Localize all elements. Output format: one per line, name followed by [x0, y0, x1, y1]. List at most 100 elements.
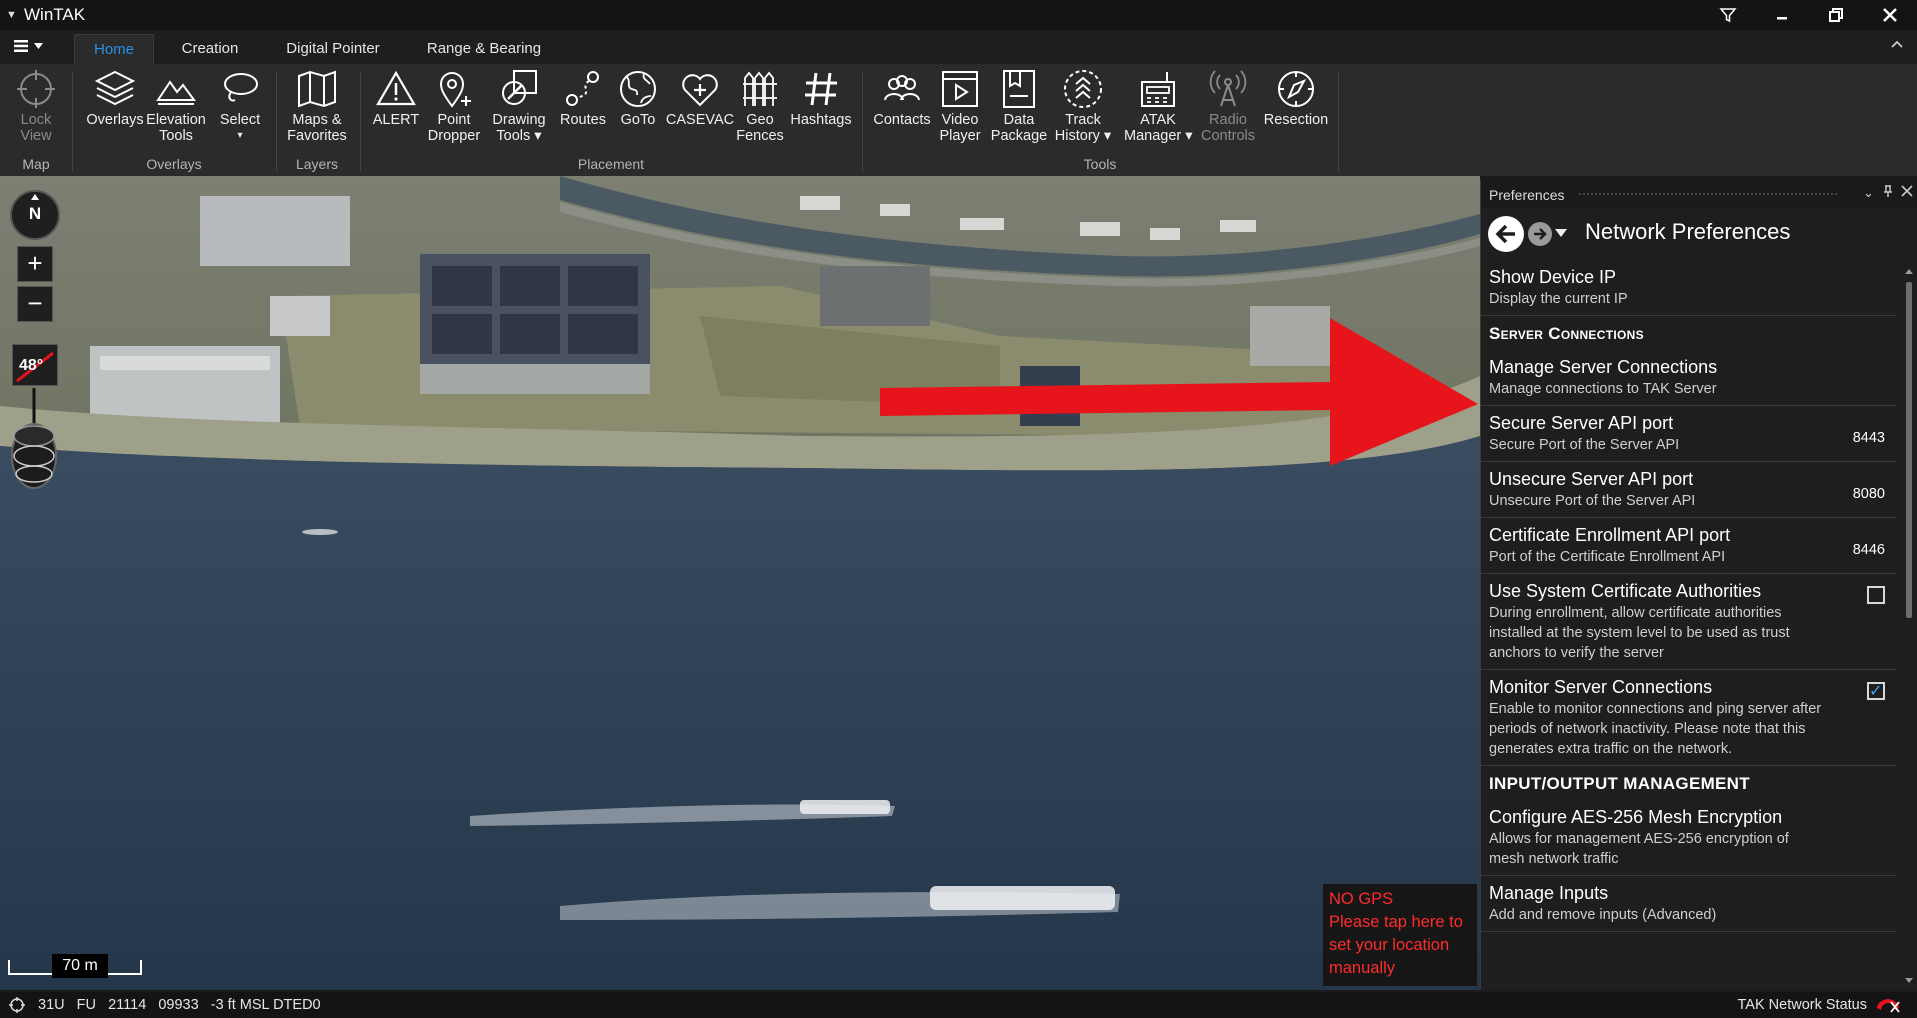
alert-button[interactable]: ALERT	[368, 68, 424, 128]
map-view[interactable]: N + − 48° 70 m NO GPS Please tap here to…	[0, 176, 1480, 990]
atak-manager-button[interactable]: ATAK Manager ▾	[1124, 68, 1193, 144]
tab-creation[interactable]: Creation	[166, 34, 254, 64]
minimize-button[interactable]	[1755, 0, 1809, 30]
pref-secure-server-api-port[interactable]: Secure Server API port Secure Port of th…	[1481, 406, 1897, 462]
tak-network-status-label[interactable]: TAK Network Status	[1738, 997, 1867, 1013]
filter-icon[interactable]	[1701, 0, 1755, 30]
goto-button[interactable]: GoTo	[612, 68, 664, 128]
preferences-list: Show Device IP Display the current IP Se…	[1481, 260, 1897, 988]
close-pane-icon[interactable]	[1901, 185, 1913, 200]
contacts-button[interactable]: Contacts	[870, 68, 934, 128]
warning-triangle-icon	[376, 70, 416, 106]
mountain-icon	[156, 80, 196, 105]
resection-button[interactable]: Resection	[1262, 68, 1330, 128]
forward-arrow-icon[interactable]	[1527, 221, 1553, 247]
casevac-button[interactable]: CASEVAC	[664, 68, 736, 128]
group-label-map: Map	[22, 156, 50, 172]
hamburger-icon	[14, 40, 28, 52]
unsecure-port-value: 8080	[1852, 486, 1885, 502]
radio-device-icon	[1141, 72, 1175, 107]
hashtag-icon	[805, 72, 837, 106]
tab-digital-pointer[interactable]: Digital Pointer	[272, 34, 394, 64]
chevron-down-icon	[34, 43, 43, 49]
elevation-tools-button[interactable]: Elevation Tools	[144, 68, 208, 144]
network-disconnected-icon[interactable]	[1875, 996, 1901, 1014]
group-label-placement: Placement	[577, 156, 645, 172]
system-ca-checkbox[interactable]	[1867, 586, 1885, 604]
section-server-connections: Server Connections	[1489, 324, 1644, 343]
ribbon-separator	[360, 72, 361, 172]
secure-port-value: 8443	[1852, 430, 1885, 446]
radio-controls-button[interactable]: Radio Controls	[1196, 68, 1260, 144]
close-button[interactable]	[1863, 0, 1917, 30]
back-arrow-icon[interactable]	[1487, 215, 1525, 253]
group-label-layers: Layers	[295, 156, 339, 172]
main-menu-button[interactable]	[14, 34, 54, 58]
scroll-down-icon[interactable]	[1903, 976, 1915, 986]
scale-bar: 70 m	[8, 954, 142, 980]
lasso-icon	[224, 73, 258, 102]
history-dropdown-icon[interactable]	[1555, 229, 1567, 237]
maps-favorites-button[interactable]: Maps & Favorites	[284, 68, 350, 144]
zoom-out-button[interactable]: −	[17, 286, 53, 322]
pref-monitor-server-connections[interactable]: Monitor Server Connections Enable to mon…	[1481, 670, 1897, 766]
geo-fences-button[interactable]: Geo Fences	[734, 68, 786, 144]
tab-home[interactable]: Home	[74, 34, 154, 64]
ribbon-toolbar: Lock View Overlays Elevation Tools Selec…	[0, 64, 1917, 176]
package-document-icon	[1003, 70, 1035, 108]
select-button[interactable]: Select ▾	[214, 68, 266, 144]
no-gps-banner[interactable]: NO GPS Please tap here to set your locat…	[1323, 884, 1477, 986]
pref-show-device-ip[interactable]: Show Device IP Display the current IP	[1481, 260, 1897, 316]
pref-use-system-certificate-authorities[interactable]: Use System Certificate Authorities Durin…	[1481, 574, 1897, 670]
coordinate-readout: 31U FU 21114 09933 -3 ft MSL DTED0	[38, 997, 321, 1013]
preferences-header-title: Preferences	[1489, 187, 1565, 203]
crosshair-icon	[17, 70, 55, 108]
pref-manage-inputs[interactable]: Manage Inputs Add and remove inputs (Adv…	[1481, 876, 1897, 932]
data-package-button[interactable]: Data Package	[988, 68, 1050, 144]
scroll-up-icon[interactable]	[1903, 266, 1915, 276]
pref-configure-aes-256-mesh-encryption[interactable]: Configure AES-256 Mesh Encryption Allows…	[1481, 800, 1897, 876]
point-dropper-button[interactable]: Point Dropper	[422, 68, 486, 144]
globe-icon	[620, 71, 656, 107]
ribbon-separator	[276, 72, 277, 172]
pane-menu-chevron-icon[interactable]: ⌄	[1863, 185, 1874, 201]
ribbon-separator	[1338, 72, 1339, 172]
monitor-connections-checkbox[interactable]	[1867, 681, 1885, 701]
video-player-button[interactable]: Video Player	[932, 68, 988, 144]
scrollbar-thumb[interactable]	[1906, 282, 1912, 618]
location-crosshair-icon[interactable]	[8, 996, 26, 1014]
overlays-button[interactable]: Overlays	[82, 68, 148, 128]
app-menu-chevron-icon[interactable]: ▼	[6, 9, 20, 21]
hashtags-button[interactable]: Hashtags	[784, 68, 858, 128]
pref-unsecure-server-api-port[interactable]: Unsecure Server API port Unsecure Port o…	[1481, 462, 1897, 518]
tilt-indicator[interactable]: 48°	[12, 344, 58, 386]
preferences-scrollbar[interactable]	[1903, 266, 1915, 986]
track-chevrons-icon	[1064, 70, 1102, 108]
collapse-ribbon-icon[interactable]	[1889, 36, 1909, 56]
pin-icon[interactable]	[1883, 185, 1893, 201]
video-icon	[942, 71, 978, 107]
tilt-slider[interactable]	[4, 386, 64, 496]
lock-view-button[interactable]: Lock View	[10, 68, 62, 144]
preferences-pane: Preferences ⌄ Network Preferences Show D…	[1480, 180, 1917, 990]
satellite-imagery	[0, 176, 1480, 990]
track-history-button[interactable]: Track History ▾	[1050, 68, 1116, 144]
drawing-tools-button[interactable]: Drawing Tools ▾	[486, 68, 552, 144]
zoom-in-button[interactable]: +	[17, 246, 53, 282]
group-label-tools: Tools	[1083, 156, 1117, 172]
ribbon-separator	[72, 72, 73, 172]
group-label-overlays: Overlays	[146, 156, 202, 172]
restore-button[interactable]	[1809, 0, 1863, 30]
compass-resection-icon	[1278, 71, 1314, 107]
pencil-shapes-icon	[502, 70, 537, 105]
pref-certificate-enrollment-api-port[interactable]: Certificate Enrollment API port Port of …	[1481, 518, 1897, 574]
folded-map-icon	[298, 70, 336, 108]
drag-grip[interactable]	[1578, 192, 1838, 196]
routes-button[interactable]: Routes	[556, 68, 610, 128]
pref-manage-server-connections[interactable]: Manage Server Connections Manage connect…	[1481, 350, 1897, 406]
tab-range-bearing[interactable]: Range & Bearing	[416, 34, 552, 64]
enrollment-port-value: 8446	[1852, 542, 1885, 558]
compass-north-button[interactable]: N	[10, 190, 60, 240]
ribbon-tab-bar: Home Creation Digital Pointer Range & Be…	[0, 30, 1917, 64]
map-pin-plus-icon	[439, 72, 471, 108]
